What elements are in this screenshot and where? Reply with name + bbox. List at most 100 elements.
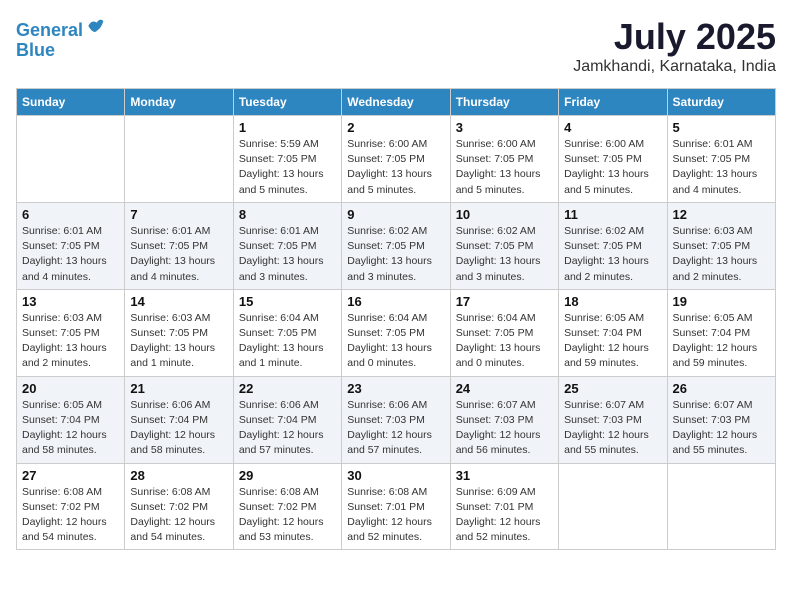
day-info: Sunrise: 6:05 AMSunset: 7:04 PMDaylight:… bbox=[564, 311, 661, 372]
day-number: 18 bbox=[564, 294, 661, 309]
day-number: 21 bbox=[130, 381, 227, 396]
day-number: 9 bbox=[347, 207, 444, 222]
calendar-cell: 5 Sunrise: 6:01 AMSunset: 7:05 PMDaylight… bbox=[667, 116, 775, 203]
calendar-cell: 23Sunrise: 6:06 AMSunset: 7:03 PMDayligh… bbox=[342, 376, 450, 463]
calendar-cell: 11 Sunrise: 6:02 AMSunset: 7:05 PMDayligh… bbox=[559, 202, 667, 289]
calendar-cell: 9 Sunrise: 6:02 AMSunset: 7:05 PMDaylight… bbox=[342, 202, 450, 289]
calendar-table: SundayMondayTuesdayWednesdayThursdayFrid… bbox=[16, 88, 776, 550]
day-info: Sunrise: 6:06 AMSunset: 7:04 PMDaylight:… bbox=[239, 398, 336, 459]
day-info: Sunrise: 6:04 AMSunset: 7:05 PMDaylight:… bbox=[456, 311, 553, 372]
day-number: 11 bbox=[564, 207, 661, 222]
calendar-cell: 28Sunrise: 6:08 AMSunset: 7:02 PMDayligh… bbox=[125, 463, 233, 550]
calendar-week-row: 6 Sunrise: 6:01 AMSunset: 7:05 PMDaylight… bbox=[17, 202, 776, 289]
day-info: Sunrise: 6:02 AMSunset: 7:05 PMDaylight:… bbox=[456, 224, 553, 285]
weekday-header: Wednesday bbox=[342, 89, 450, 116]
calendar-cell: 21 Sunrise: 6:06 AMSunset: 7:04 PMDayligh… bbox=[125, 376, 233, 463]
day-number: 24 bbox=[456, 381, 553, 396]
day-number: 27 bbox=[22, 468, 119, 483]
calendar-cell: 27 Sunrise: 6:08 AMSunset: 7:02 PMDayligh… bbox=[17, 463, 125, 550]
weekday-header: Thursday bbox=[450, 89, 558, 116]
day-number: 19 bbox=[673, 294, 770, 309]
day-info: Sunrise: 6:09 AMSunset: 7:01 PMDaylight:… bbox=[456, 485, 553, 546]
day-info: Sunrise: 6:06 AMSunset: 7:03 PMDaylight:… bbox=[347, 398, 444, 459]
weekday-header: Tuesday bbox=[233, 89, 341, 116]
calendar-week-row: 20 Sunrise: 6:05 AMSunset: 7:04 PMDayligh… bbox=[17, 376, 776, 463]
day-number: 1 bbox=[239, 120, 336, 135]
day-number: 10 bbox=[456, 207, 553, 222]
weekday-header: Saturday bbox=[667, 89, 775, 116]
day-number: 14 bbox=[130, 294, 227, 309]
calendar-cell: 6 Sunrise: 6:01 AMSunset: 7:05 PMDaylight… bbox=[17, 202, 125, 289]
calendar-cell: 15 Sunrise: 6:04 AMSunset: 7:05 PMDayligh… bbox=[233, 289, 341, 376]
weekday-header: Monday bbox=[125, 89, 233, 116]
day-number: 25 bbox=[564, 381, 661, 396]
page-header: GeneralBlue July 2025 Jamkhandi, Karnata… bbox=[16, 16, 776, 76]
day-number: 4 bbox=[564, 120, 661, 135]
day-info: Sunrise: 6:01 AMSunset: 7:05 PMDaylight:… bbox=[239, 224, 336, 285]
day-info: Sunrise: 6:08 AMSunset: 7:01 PMDaylight:… bbox=[347, 485, 444, 546]
calendar-cell bbox=[667, 463, 775, 550]
calendar-cell: 8 Sunrise: 6:01 AMSunset: 7:05 PMDaylight… bbox=[233, 202, 341, 289]
day-number: 3 bbox=[456, 120, 553, 135]
day-number: 31 bbox=[456, 468, 553, 483]
day-number: 15 bbox=[239, 294, 336, 309]
calendar-week-row: 13Sunrise: 6:03 AMSunset: 7:05 PMDayligh… bbox=[17, 289, 776, 376]
calendar-cell: 12Sunrise: 6:03 AMSunset: 7:05 PMDayligh… bbox=[667, 202, 775, 289]
day-info: Sunrise: 6:06 AMSunset: 7:04 PMDaylight:… bbox=[130, 398, 227, 459]
day-number: 6 bbox=[22, 207, 119, 222]
day-info: Sunrise: 6:08 AMSunset: 7:02 PMDaylight:… bbox=[239, 485, 336, 546]
calendar-cell: 18 Sunrise: 6:05 AMSunset: 7:04 PMDayligh… bbox=[559, 289, 667, 376]
day-number: 8 bbox=[239, 207, 336, 222]
day-number: 28 bbox=[130, 468, 227, 483]
day-info: Sunrise: 6:01 AMSunset: 7:05 PMDaylight:… bbox=[130, 224, 227, 285]
month-year: July 2025 bbox=[573, 16, 776, 58]
logo-text: GeneralBlue bbox=[16, 16, 105, 61]
day-info: Sunrise: 6:05 AMSunset: 7:04 PMDaylight:… bbox=[22, 398, 119, 459]
day-number: 2 bbox=[347, 120, 444, 135]
calendar-cell: 26Sunrise: 6:07 AMSunset: 7:03 PMDayligh… bbox=[667, 376, 775, 463]
day-number: 16 bbox=[347, 294, 444, 309]
day-info: Sunrise: 6:07 AMSunset: 7:03 PMDaylight:… bbox=[564, 398, 661, 459]
weekday-header: Friday bbox=[559, 89, 667, 116]
calendar-cell: 19 Sunrise: 6:05 AMSunset: 7:04 PMDayligh… bbox=[667, 289, 775, 376]
calendar-cell: 13Sunrise: 6:03 AMSunset: 7:05 PMDayligh… bbox=[17, 289, 125, 376]
calendar-cell: 10 Sunrise: 6:02 AMSunset: 7:05 PMDayligh… bbox=[450, 202, 558, 289]
weekday-header: Sunday bbox=[17, 89, 125, 116]
calendar-cell: 3Sunrise: 6:00 AMSunset: 7:05 PMDaylight… bbox=[450, 116, 558, 203]
day-info: Sunrise: 6:03 AMSunset: 7:05 PMDaylight:… bbox=[673, 224, 770, 285]
calendar-cell bbox=[125, 116, 233, 203]
day-info: Sunrise: 6:02 AMSunset: 7:05 PMDaylight:… bbox=[347, 224, 444, 285]
calendar-cell: 24 Sunrise: 6:07 AMSunset: 7:03 PMDayligh… bbox=[450, 376, 558, 463]
title-block: July 2025 Jamkhandi, Karnataka, India bbox=[573, 16, 776, 76]
calendar-cell: 14Sunrise: 6:03 AMSunset: 7:05 PMDayligh… bbox=[125, 289, 233, 376]
day-info: Sunrise: 6:08 AMSunset: 7:02 PMDaylight:… bbox=[22, 485, 119, 546]
calendar-cell: 1 Sunrise: 5:59 AMSunset: 7:05 PMDaylight… bbox=[233, 116, 341, 203]
day-info: Sunrise: 6:03 AMSunset: 7:05 PMDaylight:… bbox=[22, 311, 119, 372]
day-info: Sunrise: 6:07 AMSunset: 7:03 PMDaylight:… bbox=[456, 398, 553, 459]
day-number: 20 bbox=[22, 381, 119, 396]
calendar-cell bbox=[17, 116, 125, 203]
day-info: Sunrise: 6:01 AMSunset: 7:05 PMDaylight:… bbox=[22, 224, 119, 285]
calendar-cell: 7 Sunrise: 6:01 AMSunset: 7:05 PMDaylight… bbox=[125, 202, 233, 289]
day-info: Sunrise: 5:59 AMSunset: 7:05 PMDaylight:… bbox=[239, 137, 336, 198]
day-number: 7 bbox=[130, 207, 227, 222]
calendar-cell: 25 Sunrise: 6:07 AMSunset: 7:03 PMDayligh… bbox=[559, 376, 667, 463]
day-info: Sunrise: 6:01 AMSunset: 7:05 PMDaylight:… bbox=[673, 137, 770, 198]
logo: GeneralBlue bbox=[16, 16, 105, 61]
calendar-cell: 16 Sunrise: 6:04 AMSunset: 7:05 PMDayligh… bbox=[342, 289, 450, 376]
calendar-cell: 17 Sunrise: 6:04 AMSunset: 7:05 PMDayligh… bbox=[450, 289, 558, 376]
calendar-cell: 22Sunrise: 6:06 AMSunset: 7:04 PMDayligh… bbox=[233, 376, 341, 463]
day-info: Sunrise: 6:00 AMSunset: 7:05 PMDaylight:… bbox=[564, 137, 661, 198]
day-info: Sunrise: 6:04 AMSunset: 7:05 PMDaylight:… bbox=[239, 311, 336, 372]
day-info: Sunrise: 6:04 AMSunset: 7:05 PMDaylight:… bbox=[347, 311, 444, 372]
calendar-week-row: 1 Sunrise: 5:59 AMSunset: 7:05 PMDaylight… bbox=[17, 116, 776, 203]
day-info: Sunrise: 6:05 AMSunset: 7:04 PMDaylight:… bbox=[673, 311, 770, 372]
day-number: 30 bbox=[347, 468, 444, 483]
location: Jamkhandi, Karnataka, India bbox=[573, 58, 776, 76]
day-info: Sunrise: 6:02 AMSunset: 7:05 PMDaylight:… bbox=[564, 224, 661, 285]
day-number: 17 bbox=[456, 294, 553, 309]
day-info: Sunrise: 6:07 AMSunset: 7:03 PMDaylight:… bbox=[673, 398, 770, 459]
day-number: 5 bbox=[673, 120, 770, 135]
calendar-cell: 4 Sunrise: 6:00 AMSunset: 7:05 PMDaylight… bbox=[559, 116, 667, 203]
calendar-cell: 30 Sunrise: 6:08 AMSunset: 7:01 PMDayligh… bbox=[342, 463, 450, 550]
